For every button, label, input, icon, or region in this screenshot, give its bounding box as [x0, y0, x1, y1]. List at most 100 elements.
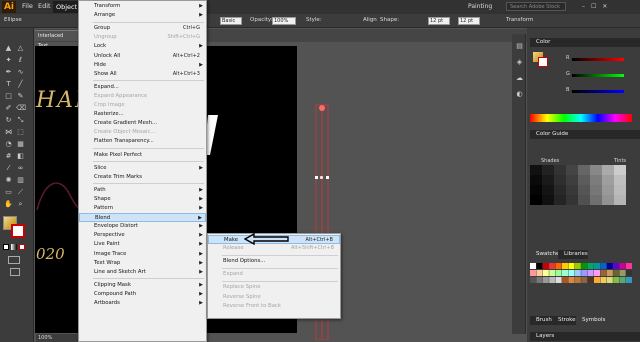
screen-mode-icon[interactable]: [10, 268, 20, 276]
object-menu-item-clipping-mask[interactable]: Clipping Mask ▶: [79, 281, 206, 290]
rotate-icon[interactable]: ↻: [4, 116, 13, 125]
object-menu-item-create-trim-marks[interactable]: Create Trim Marks: [79, 173, 206, 182]
object-menu-item-live-paint[interactable]: Live Paint ▶: [79, 240, 206, 249]
swatches-grid[interactable]: [530, 263, 634, 295]
swatch[interactable]: [568, 263, 575, 269]
shape-builder-icon[interactable]: ◔: [4, 140, 13, 149]
object-menu-item-show-all[interactable]: Show All Alt+Ctrl+3: [79, 70, 206, 79]
swatch[interactable]: [562, 270, 568, 276]
swatch[interactable]: [613, 270, 620, 276]
draw-mode-icon[interactable]: [8, 256, 20, 264]
object-menu-item-flatten-transparency[interactable]: Flatten Transparency...: [79, 137, 206, 146]
swatch[interactable]: [619, 263, 626, 269]
scale-icon[interactable]: ⤡: [16, 116, 25, 125]
slice-tool-icon[interactable]: ⟋: [16, 188, 25, 197]
swatch[interactable]: [574, 277, 581, 283]
menu-file[interactable]: File: [22, 2, 33, 10]
swatch[interactable]: [606, 263, 613, 269]
paintbrush-icon[interactable]: ✎: [16, 92, 25, 101]
eraser-icon[interactable]: ⌫: [16, 104, 26, 113]
symbol-sprayer-icon[interactable]: ✺: [4, 176, 13, 185]
opacity-field[interactable]: 100%: [272, 17, 296, 25]
object-menu-item-artboards[interactable]: Artboards ▶: [79, 299, 206, 308]
gradient-icon[interactable]: ◧: [16, 152, 25, 161]
swatch[interactable]: [594, 270, 600, 276]
swatch[interactable]: [619, 270, 626, 276]
object-menu-item-line-and-sketch-art[interactable]: Line and Sketch Art ▶: [79, 268, 206, 277]
r-slider[interactable]: [572, 58, 624, 61]
swatch[interactable]: [581, 270, 588, 276]
object-menu-item-text-wrap[interactable]: Text Wrap ▶: [79, 259, 206, 268]
swatch[interactable]: [594, 263, 600, 269]
swatch[interactable]: [606, 270, 613, 276]
swatch[interactable]: [536, 277, 543, 283]
color-mode-icon[interactable]: [3, 244, 9, 250]
swatch[interactable]: [587, 270, 594, 276]
color-panel-header[interactable]: Color: [530, 38, 640, 47]
stock-search-input[interactable]: Search Adobe Stock: [506, 2, 566, 11]
stroke-swatch[interactable]: [11, 224, 25, 238]
color-guide-grid[interactable]: [530, 165, 630, 207]
perspective-grid-icon[interactable]: ▦: [16, 140, 25, 149]
swatch[interactable]: [600, 277, 607, 283]
swatch[interactable]: [562, 277, 568, 283]
swatch[interactable]: [600, 270, 607, 276]
object-menu-item-make-pixel-perfect[interactable]: Make Pixel Perfect: [79, 151, 206, 160]
swatch[interactable]: [555, 263, 562, 269]
libraries-tab[interactable]: Libraries: [558, 250, 588, 259]
object-menu-item-unlock-all[interactable]: Unlock All Alt+Ctrl+2: [79, 52, 206, 61]
appearance-strip-icon[interactable]: ◐: [515, 90, 524, 99]
mesh-icon[interactable]: #: [4, 152, 13, 161]
width-tool-icon[interactable]: ⋈: [4, 128, 13, 137]
swatches-tab[interactable]: Swatches: [530, 250, 562, 259]
object-menu-item-blend[interactable]: Blend ▶: [79, 213, 206, 223]
swatch[interactable]: [555, 277, 562, 283]
pencil-icon[interactable]: ✐: [4, 104, 13, 113]
swatch[interactable]: [549, 263, 556, 269]
swatch[interactable]: [613, 277, 620, 283]
workspace-switcher[interactable]: Painting: [468, 3, 492, 10]
swatch[interactable]: [549, 270, 556, 276]
artboard-tool-icon[interactable]: ▭: [4, 188, 13, 197]
b-slider[interactable]: [572, 90, 624, 93]
swatch[interactable]: [536, 270, 543, 276]
swatch[interactable]: [542, 263, 549, 269]
window-controls[interactable]: –☐✕: [582, 3, 632, 11]
selection-tool-icon[interactable]: ▲: [4, 44, 13, 53]
gradient-mode-icon[interactable]: [11, 244, 17, 250]
blend-tool-icon[interactable]: ∞: [16, 164, 25, 173]
menu-edit[interactable]: Edit: [38, 2, 51, 10]
layers-panel-header[interactable]: Layers: [530, 332, 640, 341]
swatch[interactable]: [587, 277, 594, 283]
pen-tool-icon[interactable]: ✒: [4, 68, 13, 77]
zoom-tool-icon[interactable]: ⌕: [16, 200, 25, 209]
curvature-icon[interactable]: ∿: [16, 68, 25, 77]
object-menu-item-create-gradient-mesh[interactable]: Create Gradient Mesh...: [79, 119, 206, 128]
swatch[interactable]: [549, 277, 556, 283]
width-field[interactable]: 12 pt: [428, 17, 450, 25]
swatch[interactable]: [626, 270, 632, 276]
swatch[interactable]: [542, 277, 549, 283]
g-slider[interactable]: [572, 74, 624, 77]
object-menu-item-expand[interactable]: Expand...: [79, 83, 206, 92]
swatch[interactable]: [530, 270, 536, 276]
color-guide-header[interactable]: Color Guide: [530, 130, 640, 139]
graph-tool-icon[interactable]: ▥: [16, 176, 25, 185]
swatch[interactable]: [581, 263, 588, 269]
swatch[interactable]: [555, 270, 562, 276]
object-menu-item-lock[interactable]: Lock ▶: [79, 42, 206, 51]
brush-select[interactable]: Basic: [220, 17, 242, 25]
swatch[interactable]: [619, 277, 626, 283]
object-menu-item-envelope-distort[interactable]: Envelope Distort ▶: [79, 222, 206, 231]
object-menu-item-shape[interactable]: Shape ▶: [79, 195, 206, 204]
align-button[interactable]: Align: [363, 17, 377, 23]
swatch[interactable]: [613, 263, 620, 269]
layers-strip-icon[interactable]: ◈: [515, 58, 524, 67]
document-tab[interactable]: Interlaced Text...: [35, 30, 79, 49]
eyedropper-icon[interactable]: ⁄: [4, 164, 13, 173]
none-mode-icon[interactable]: [19, 244, 25, 250]
line-tool-icon[interactable]: ╱: [16, 80, 25, 89]
swatch[interactable]: [536, 263, 543, 269]
swatch[interactable]: [587, 263, 594, 269]
object-menu-item-compound-path[interactable]: Compound Path ▶: [79, 290, 206, 299]
